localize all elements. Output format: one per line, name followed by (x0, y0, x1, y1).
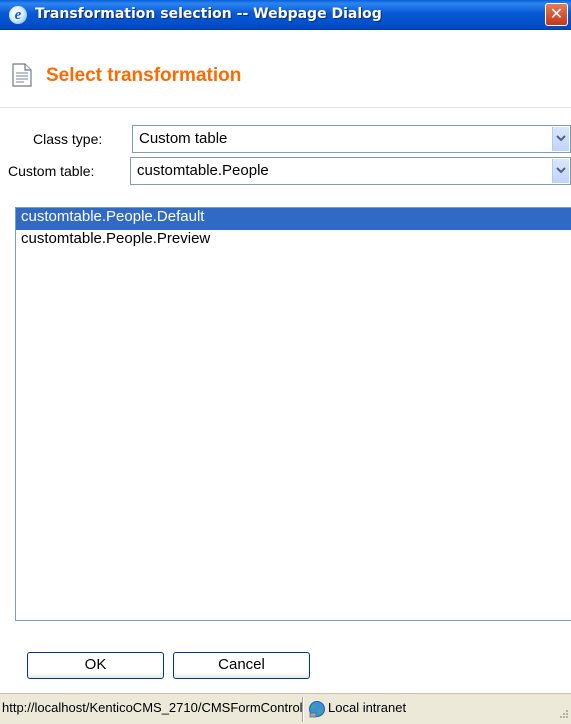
page-title: Select transformation (46, 65, 242, 86)
custom-table-value: customtable.People (137, 162, 269, 179)
document-icon (12, 63, 32, 92)
security-zone-label: Local intranet (328, 700, 407, 715)
status-url: http://localhost/KenticoCMS_2710/CMSForm… (2, 700, 302, 715)
list-item[interactable]: customtable.People.Default (16, 208, 571, 230)
window-title: Transformation selection -- Webpage Dial… (35, 6, 382, 22)
ok-button[interactable]: OK (27, 652, 164, 679)
class-type-select[interactable]: Custom table (132, 125, 571, 153)
custom-table-label: Custom table: (8, 163, 95, 179)
intranet-globe-icon (308, 700, 326, 721)
resize-grip-icon[interactable] (557, 707, 569, 722)
window-titlebar[interactable]: e Transformation selection -- Webpage Di… (0, 0, 571, 30)
class-type-label: Class type: (33, 131, 103, 147)
class-type-value: Custom table (139, 130, 228, 147)
transformation-listbox[interactable]: customtable.People.Default customtable.P… (15, 207, 571, 621)
internet-explorer-icon: e (9, 6, 27, 24)
chevron-down-icon[interactable] (552, 159, 569, 183)
status-divider (302, 697, 304, 722)
close-button[interactable]: ✕ (545, 3, 568, 26)
chevron-down-icon[interactable] (552, 127, 569, 151)
status-bar: http://localhost/KenticoCMS_2710/CMSForm… (0, 693, 571, 724)
custom-table-select[interactable]: customtable.People (130, 157, 571, 185)
header-divider (0, 107, 571, 108)
list-item[interactable]: customtable.People.Preview (16, 230, 571, 252)
cancel-button[interactable]: Cancel (173, 652, 310, 679)
